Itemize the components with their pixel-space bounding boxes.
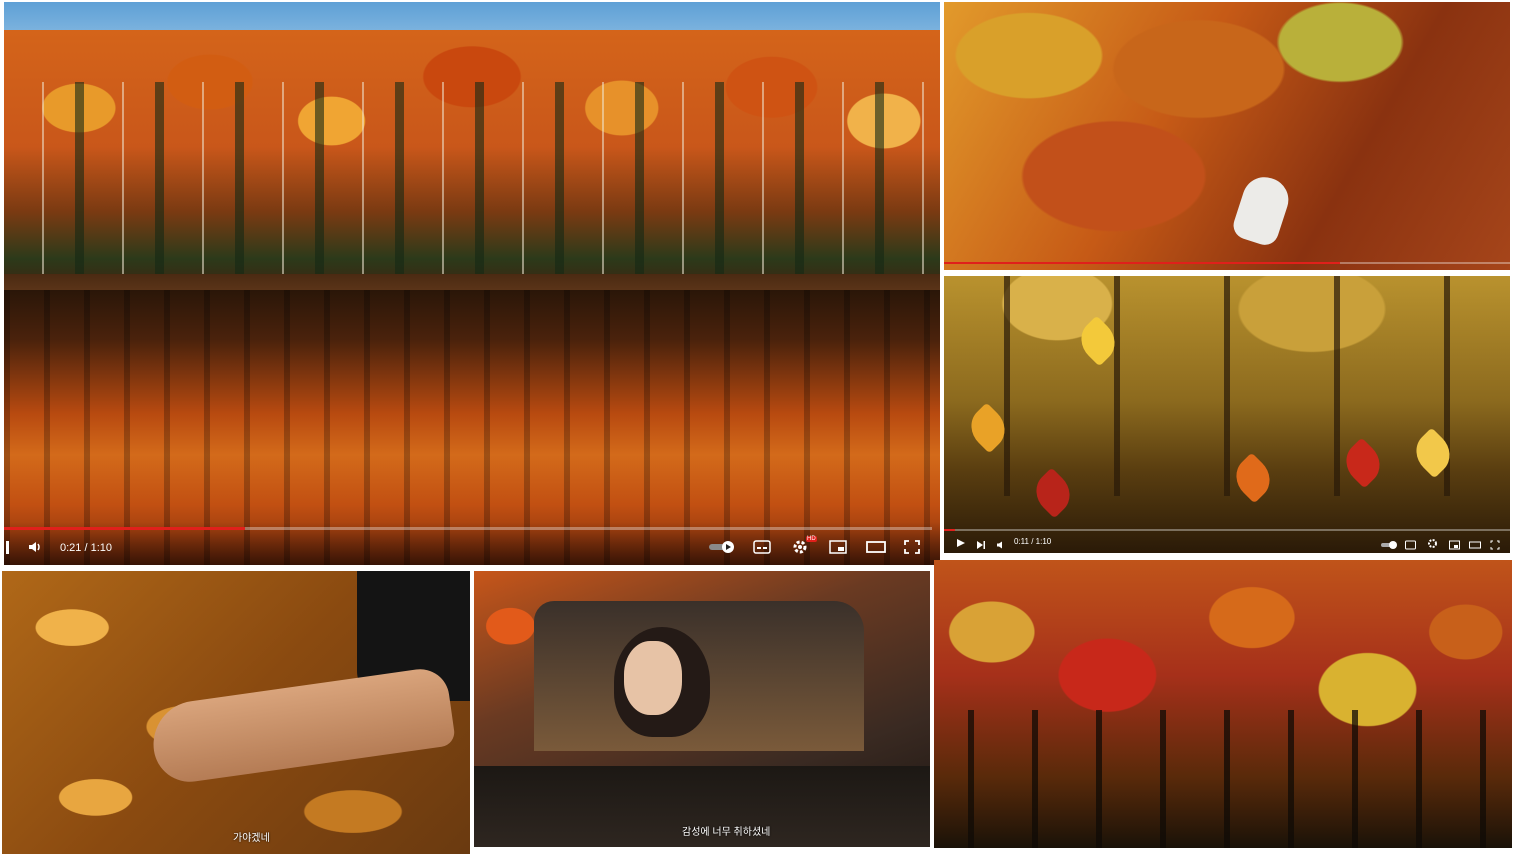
subtitle-text: 가야겠네	[233, 833, 270, 844]
playhead-icon	[6, 541, 9, 554]
progress-fill	[944, 262, 1341, 264]
dark-tree-trunks	[934, 710, 1512, 848]
miniplayer-icon[interactable]	[829, 540, 847, 557]
subtitles-icon[interactable]	[753, 540, 771, 557]
theater-mode-icon[interactable]	[866, 540, 886, 557]
video-player-maple-leaves[interactable]: 0:11 / 1:10	[944, 276, 1510, 553]
video-frame-autumn-forest	[934, 560, 1512, 848]
subtitles-icon[interactable]	[1405, 538, 1416, 553]
fullscreen-icon[interactable]	[1490, 538, 1500, 553]
time-display: 0:11 / 1:10	[1014, 537, 1052, 546]
woman-face	[624, 641, 682, 715]
bare-foot	[147, 665, 457, 787]
video-frame-woman-in-car: 감성에 너무 취하셨네	[474, 571, 930, 847]
video-player-lake[interactable]: 0:21 / 1:10 HD	[4, 2, 940, 565]
play-icon[interactable]	[956, 538, 966, 553]
progress-bar[interactable]	[944, 262, 1510, 264]
shoreline	[4, 274, 940, 290]
volume-icon[interactable]	[996, 538, 1006, 553]
hd-badge: HD	[806, 536, 817, 542]
birch-trunks	[4, 82, 940, 282]
next-icon[interactable]	[976, 538, 986, 553]
theater-mode-icon[interactable]	[1469, 538, 1481, 553]
miniplayer-icon[interactable]	[1449, 538, 1460, 553]
autoplay-toggle-icon[interactable]	[1380, 538, 1398, 553]
video-frame-feet-in-leaves: 가야겠네	[2, 571, 470, 854]
time-display: 0:21 / 1:10	[60, 542, 112, 554]
progress-bar[interactable]	[944, 529, 1510, 531]
progress-fill	[4, 527, 246, 530]
progress-fill	[944, 529, 956, 531]
settings-gear-icon[interactable]	[1427, 537, 1438, 552]
volume-icon[interactable]	[28, 540, 42, 557]
fullscreen-icon[interactable]	[904, 540, 920, 557]
autoplay-toggle-icon[interactable]	[708, 540, 736, 557]
video-player-aerial-car[interactable]	[944, 2, 1510, 270]
subtitle-text: 감성에 너무 취하셨네	[682, 827, 771, 838]
white-car	[1229, 171, 1295, 249]
progress-bar[interactable]	[4, 527, 932, 530]
